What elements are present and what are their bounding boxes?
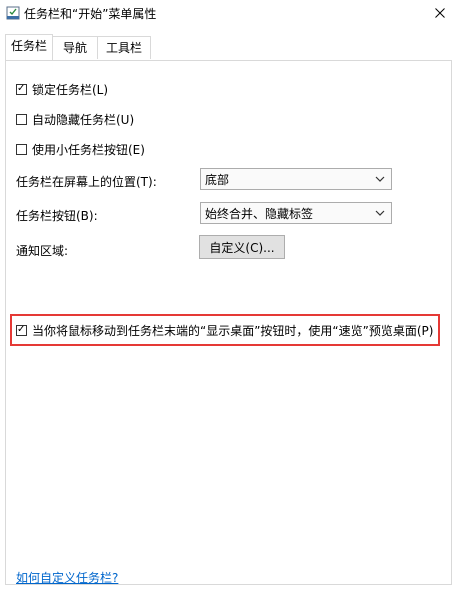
auto-hide-checkbox[interactable] xyxy=(16,113,27,125)
lock-taskbar-label: 锁定任务栏(L) xyxy=(32,82,109,97)
lock-taskbar-checkbox[interactable] xyxy=(16,82,27,96)
peek-checkbox[interactable] xyxy=(16,323,27,337)
small-buttons-checkbox[interactable] xyxy=(16,143,27,155)
small-buttons-option[interactable]: 使用小任务栏按钮(E) xyxy=(16,141,145,157)
tab-navigation[interactable]: 导航 xyxy=(51,36,99,59)
tab-taskbar[interactable]: 任务栏 xyxy=(5,34,53,60)
peek-option[interactable]: 当你将鼠标移动到任务栏末端的“显示桌面”按钮时，使用“速览”预览桌面(P) xyxy=(16,322,433,338)
lock-taskbar-option[interactable]: 锁定任务栏(L) xyxy=(16,81,108,97)
notification-label: 通知区域: xyxy=(16,244,69,258)
customize-notification-button[interactable]: 自定义(C)... xyxy=(199,235,285,259)
tab-toolbars[interactable]: 工具栏 xyxy=(97,36,151,59)
window-title: 任务栏和“开始”菜单属性 xyxy=(24,7,157,21)
auto-hide-option[interactable]: 自动隐藏任务栏(U) xyxy=(16,111,134,127)
taskbar-properties-icon xyxy=(6,6,20,20)
location-label: 任务栏在屏幕上的位置(T): xyxy=(16,175,157,189)
title-bar: 任务栏和“开始”菜单属性 xyxy=(0,0,456,30)
chevron-down-icon xyxy=(375,176,385,182)
close-icon xyxy=(435,8,445,18)
chevron-down-icon xyxy=(375,210,385,216)
buttons-label: 任务栏按钮(B): xyxy=(16,209,98,223)
help-link[interactable]: 如何自定义任务栏? xyxy=(16,569,118,586)
location-select[interactable]: 底部 xyxy=(200,168,392,190)
auto-hide-label: 自动隐藏任务栏(U) xyxy=(32,112,135,127)
small-buttons-label: 使用小任务栏按钮(E) xyxy=(32,142,145,157)
buttons-combine-value: 始终合并、隐藏标签 xyxy=(205,206,314,221)
peek-label: 当你将鼠标移动到任务栏末端的“显示桌面”按钮时，使用“速览”预览桌面(P) xyxy=(32,323,434,338)
buttons-combine-select[interactable]: 始终合并、隐藏标签 xyxy=(200,202,392,224)
location-value: 底部 xyxy=(205,172,230,187)
close-button[interactable] xyxy=(424,0,456,26)
